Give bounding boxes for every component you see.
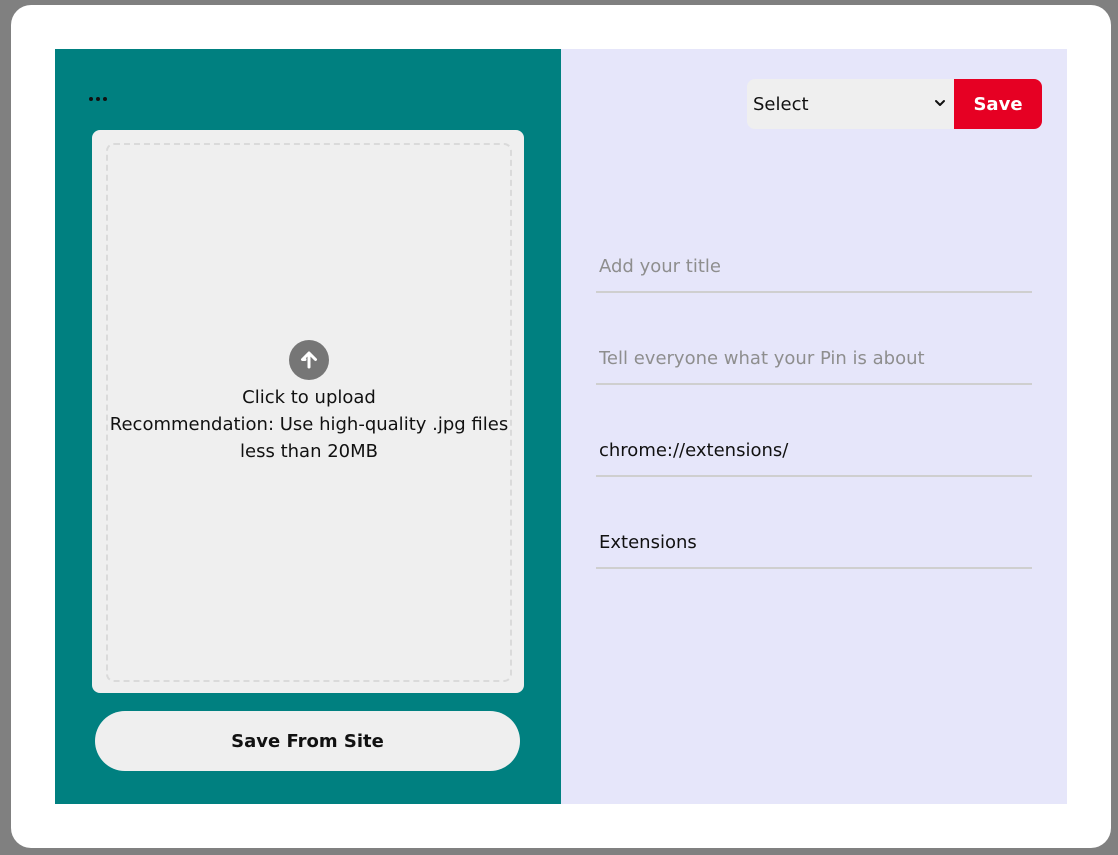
board-select-value: Select (753, 93, 809, 115)
description-field (596, 333, 1032, 385)
site-name-field (596, 517, 1032, 569)
save-button[interactable]: Save (954, 79, 1042, 129)
more-dot (103, 97, 107, 101)
arrow-up-circle-icon (289, 340, 329, 380)
more-dot (96, 97, 100, 101)
more-options-button[interactable] (89, 91, 119, 107)
site-name-input[interactable] (596, 531, 1032, 553)
title-input[interactable] (596, 255, 1032, 277)
upload-card: Click to upload Recommendation: Use high… (92, 130, 524, 693)
upload-dropzone[interactable]: Click to upload Recommendation: Use high… (106, 143, 512, 682)
upload-size-limit: less than 20MB (240, 441, 378, 462)
description-input[interactable] (596, 347, 1032, 369)
link-input[interactable] (596, 439, 1032, 461)
more-horizontal-icon (89, 97, 93, 101)
chevron-down-icon (935, 100, 945, 106)
pin-builder-modal: Click to upload Recommendation: Use high… (11, 5, 1111, 848)
details-pane: Select Save (561, 49, 1067, 804)
link-field (596, 425, 1032, 477)
board-save-row: Select Save (747, 79, 1042, 129)
pin-builder: Click to upload Recommendation: Use high… (55, 49, 1067, 804)
upload-recommendation: Recommendation: Use high-quality .jpg fi… (109, 414, 509, 435)
upload-instructions: Click to upload Recommendation: Use high… (109, 384, 509, 465)
upload-label: Click to upload (242, 387, 376, 408)
image-pane: Click to upload Recommendation: Use high… (55, 49, 561, 804)
board-select[interactable]: Select (747, 79, 954, 129)
title-field (596, 241, 1032, 293)
save-from-site-button[interactable]: Save From Site (95, 711, 520, 771)
